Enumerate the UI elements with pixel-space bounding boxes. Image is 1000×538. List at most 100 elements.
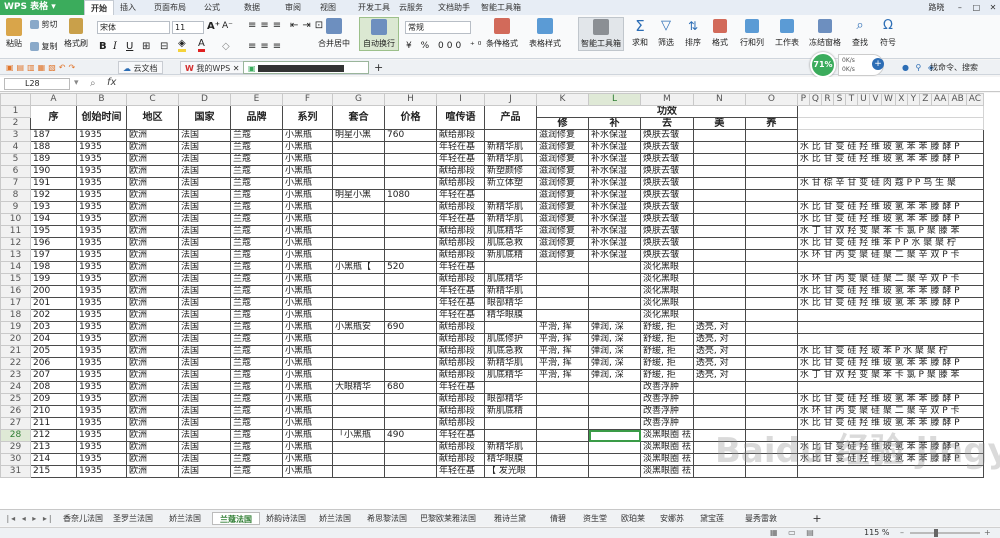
sheet-tab[interactable]: 娇韵诗法国 <box>260 512 312 525</box>
table-cell[interactable]: 新精华肌 <box>484 153 537 166</box>
table-cell[interactable]: 490 <box>384 429 437 442</box>
table-cell[interactable]: 1935 <box>76 273 127 286</box>
ribbon-tab-6[interactable]: 视图 <box>320 0 336 15</box>
format-painter-button[interactable]: 格式刷 <box>64 18 88 49</box>
column-header-A[interactable]: A <box>30 93 77 106</box>
table-cell[interactable]: 焕肤去皱 <box>640 153 694 166</box>
table-cell[interactable]: 欧洲 <box>126 369 179 382</box>
table-cell[interactable]: 212 <box>30 429 77 442</box>
table-cell[interactable]: 补水保湿 <box>588 249 641 262</box>
table-cell[interactable]: 欧洲 <box>126 381 179 394</box>
table-cell[interactable]: 法国 <box>178 441 231 454</box>
table-cell[interactable]: 1935 <box>76 297 127 310</box>
table-cell[interactable]: 188 <box>30 141 77 154</box>
table-cell[interactable] <box>332 369 385 382</box>
table-cell[interactable]: 欧洲 <box>126 429 179 442</box>
table-cell[interactable]: 1935 <box>76 429 127 442</box>
smart-tools-button[interactable]: 智能工具箱 <box>578 17 624 51</box>
table-cell[interactable] <box>588 429 641 442</box>
table-cell[interactable] <box>692 249 746 262</box>
border-button[interactable]: ⊞ <box>142 41 150 52</box>
column-header-J[interactable]: J <box>484 93 537 106</box>
sheet-nav-buttons[interactable]: |◂ ◂ ▸ ▸| <box>2 512 58 525</box>
sheet-tab[interactable]: 兰蔻法国 <box>212 512 260 525</box>
table-cell[interactable] <box>744 153 798 166</box>
table-cell[interactable] <box>588 453 641 466</box>
sheet-tab[interactable]: 娇兰法国 <box>312 512 358 525</box>
table-cell[interactable]: 舒缓, 拒 <box>640 321 694 334</box>
table-cell[interactable] <box>692 429 746 442</box>
ingredients-cell[interactable]: 水 比 甘 变 硅 羟 维 玻 氢 苯 苯 滕 酵 P <box>796 417 985 430</box>
table-cell[interactable]: 欧洲 <box>126 141 179 154</box>
table-cell[interactable]: 淡黑眼圈 祛 <box>640 465 694 478</box>
table-cell[interactable]: 小黑瓶 <box>282 417 333 430</box>
table-cell[interactable]: 1935 <box>76 237 127 250</box>
table-cell[interactable] <box>744 345 798 358</box>
header-blank[interactable] <box>796 117 985 130</box>
table-cell[interactable]: 淡化黑眼 <box>640 273 694 286</box>
table-cell[interactable] <box>484 429 537 442</box>
table-cell[interactable] <box>332 237 385 250</box>
table-cell[interactable]: 滋润修复 <box>536 237 589 250</box>
table-cell[interactable]: 焕肤去皱 <box>640 249 694 262</box>
table-cell[interactable]: 213 <box>30 441 77 454</box>
table-cell[interactable]: 兰蔻 <box>230 141 283 154</box>
table-cell[interactable] <box>536 261 589 274</box>
table-cell[interactable]: 献给那段 <box>436 357 485 370</box>
table-cell[interactable] <box>384 297 437 310</box>
table-cell[interactable] <box>744 333 798 346</box>
table-cell[interactable]: 欧洲 <box>126 321 179 334</box>
ribbon-tab-4[interactable]: 数据 <box>244 0 260 15</box>
table-cell[interactable]: 滋润修复 <box>536 225 589 238</box>
table-cell[interactable]: 小黑瓶 <box>282 213 333 226</box>
ingredients-cell[interactable]: 水 环 甘 丙 变 聚 硅 聚 二 聚 辛 双 P 卡 <box>796 249 985 262</box>
table-cell[interactable]: 年轻在基 <box>436 465 485 478</box>
table-cell[interactable]: 190 <box>30 165 77 178</box>
table-cell[interactable]: 小黑瓶 <box>282 405 333 418</box>
number-format-select[interactable]: 常规 <box>405 21 471 34</box>
add-icon[interactable]: + <box>872 58 884 70</box>
table-cell[interactable] <box>692 189 746 202</box>
ribbon-tab-7[interactable]: 开发工具 <box>358 0 390 15</box>
table-cell[interactable]: 滋润修复 <box>536 249 589 262</box>
table-cell[interactable] <box>744 249 798 262</box>
table-cell[interactable]: 203 <box>30 321 77 334</box>
row-header[interactable]: 6 <box>0 165 31 178</box>
table-cell[interactable]: 192 <box>30 189 77 202</box>
table-cell[interactable]: 小黑瓶 <box>282 369 333 382</box>
quick-access-icons[interactable]: ▣▤▥▦▧↶↷ <box>2 61 82 74</box>
table-cell[interactable] <box>384 177 437 190</box>
table-cell[interactable] <box>332 465 385 478</box>
ingredients-cell[interactable] <box>796 429 985 442</box>
table-cell[interactable] <box>588 309 641 322</box>
table-cell[interactable]: 滋润修复 <box>536 213 589 226</box>
table-cell[interactable]: 小黑瓶 <box>282 321 333 334</box>
table-cell[interactable] <box>384 465 437 478</box>
table-cell[interactable]: 198 <box>30 261 77 274</box>
formula-input[interactable] <box>130 78 990 90</box>
table-cell[interactable]: 滋润修复 <box>536 141 589 154</box>
table-cell[interactable]: 191 <box>30 177 77 190</box>
row-header[interactable]: 17 <box>0 297 31 310</box>
column-header-Q[interactable]: Q <box>808 93 822 106</box>
table-cell[interactable] <box>332 297 385 310</box>
table-cell[interactable]: 改善浮肿 <box>640 417 694 430</box>
fx-button[interactable]: fx <box>107 77 116 88</box>
table-cell[interactable]: 208 <box>30 381 77 394</box>
table-cell[interactable]: 舒缓, 拒 <box>640 345 694 358</box>
cloud-doc-tab[interactable]: ☁ 云文档 <box>118 61 163 74</box>
table-cell[interactable]: 献给那段 <box>436 321 485 334</box>
table-cell[interactable]: 献给那段 <box>436 237 485 250</box>
table-cell[interactable]: 1935 <box>76 285 127 298</box>
column-header-Z[interactable]: Z <box>918 93 932 106</box>
table-cell[interactable] <box>744 405 798 418</box>
table-cell[interactable] <box>384 225 437 238</box>
table-cell[interactable]: 欧洲 <box>126 465 179 478</box>
table-cell[interactable]: 新立体塑 <box>484 177 537 190</box>
zoom-slider-handle[interactable] <box>934 529 938 537</box>
table-cell[interactable]: 献给那段 <box>436 333 485 346</box>
font-name-select[interactable]: 宋体 <box>97 21 170 34</box>
table-cell[interactable]: 焕肤去皱 <box>640 237 694 250</box>
table-cell[interactable] <box>744 429 798 442</box>
header-region[interactable]: 地区 <box>126 105 179 130</box>
